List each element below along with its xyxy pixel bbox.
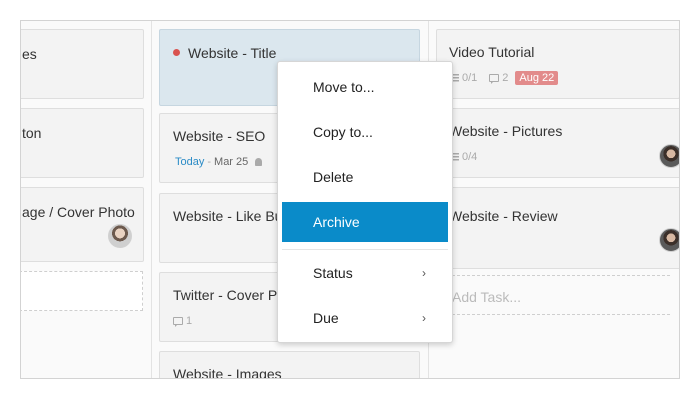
task-card[interactable]: Website - Images <box>159 351 420 379</box>
task-title: Website - Pictures <box>449 123 563 139</box>
due-today-label: Today <box>175 156 205 168</box>
menu-item-label: Delete <box>313 169 354 185</box>
task-card[interactable]: Website - Pictures 0/4 <box>436 108 679 178</box>
task-card[interactable]: Website - Review <box>436 187 679 269</box>
menu-item-copy-to[interactable]: Copy to... <box>282 112 448 152</box>
menu-item-label: Due <box>313 310 339 326</box>
task-title: Twitter - Cover P <box>173 287 278 303</box>
task-title: age / Cover Photo <box>22 204 135 220</box>
assignee-avatar[interactable] <box>659 228 679 252</box>
comment-icon <box>489 74 500 84</box>
task-card[interactable]: ton <box>21 108 144 178</box>
context-menu: Move to... Copy to... Delete Archive Sta… <box>277 61 453 343</box>
task-title: Video Tutorial <box>449 44 535 60</box>
due-info: Today - Mar 25 <box>175 156 263 168</box>
task-title: Website - SEO <box>173 128 266 144</box>
menu-item-archive[interactable]: Archive <box>282 202 448 242</box>
checklist-count: 0/4 <box>462 151 478 163</box>
column-left: es ton age / Cover Photo <box>21 21 152 378</box>
comment-count-value: 2 <box>502 72 509 84</box>
bell-icon <box>255 158 263 166</box>
task-card[interactable]: es <box>21 29 144 99</box>
task-title: Website - Review <box>449 208 558 224</box>
assignee-avatar[interactable] <box>659 144 679 168</box>
task-title: Website - Like Bu <box>173 208 283 224</box>
column-right: Video Tutorial 0/1 2 Aug 22 Website - Pi… <box>429 21 679 378</box>
due-separator: - <box>207 156 212 168</box>
menu-item-due[interactable]: Due › <box>282 298 448 338</box>
menu-item-label: Copy to... <box>313 124 373 140</box>
task-title: Website - Title <box>188 45 277 61</box>
task-title: Website - Images <box>173 366 282 379</box>
task-meta: 0/1 2 Aug 22 <box>450 71 559 85</box>
add-task-area[interactable]: Add Task... <box>442 275 670 315</box>
menu-divider <box>282 249 448 250</box>
status-dot-icon <box>173 49 180 56</box>
comment-count: 1 <box>173 315 192 327</box>
menu-item-move-to[interactable]: Move to... <box>282 67 448 107</box>
task-card[interactable]: Video Tutorial 0/1 2 Aug 22 <box>436 29 679 99</box>
comment-icon <box>173 317 183 327</box>
chevron-right-icon: › <box>422 311 426 325</box>
task-card[interactable]: age / Cover Photo <box>21 187 144 262</box>
checklist-count: 0/1 <box>462 72 478 84</box>
add-task-area[interactable] <box>21 271 143 311</box>
comment-count-value: 1 <box>186 315 193 327</box>
task-title: es <box>22 46 37 62</box>
menu-item-delete[interactable]: Delete <box>282 157 448 197</box>
assignee-avatar[interactable] <box>108 224 132 248</box>
chevron-right-icon: › <box>422 266 426 280</box>
menu-item-status[interactable]: Status › <box>282 253 448 293</box>
due-date: Mar 25 <box>214 156 249 168</box>
menu-item-label: Archive <box>313 214 360 230</box>
task-title: ton <box>22 125 42 141</box>
task-meta: 0/4 <box>450 151 477 163</box>
due-badge: Aug 22 <box>515 71 559 85</box>
menu-item-label: Status <box>313 265 353 281</box>
add-task-input[interactable]: Add Task... <box>452 289 521 305</box>
menu-item-label: Move to... <box>313 79 375 95</box>
